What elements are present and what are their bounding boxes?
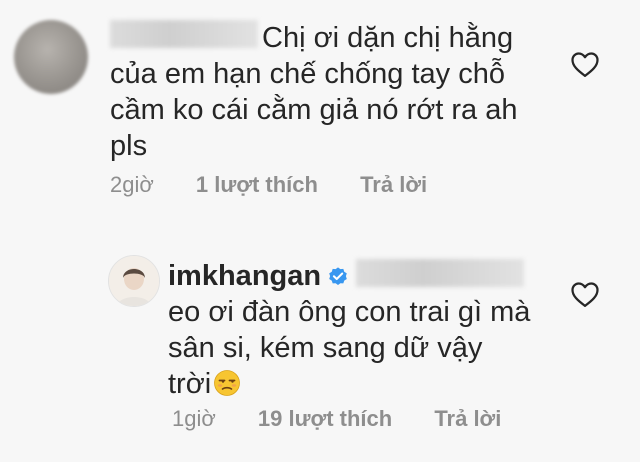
heart-outline-icon[interactable]	[570, 280, 600, 308]
comment-text-line: sân si, kém sang dữ vậy	[168, 332, 483, 364]
likes-count-button[interactable]: 1 lượt thích	[196, 172, 318, 197]
comment-2: imkhangan eo ơi đàn ông con trai gì mà s…	[0, 238, 640, 462]
comment-text: Chị ơi dặn chị hằng của em hạn chế chống…	[110, 20, 550, 164]
username[interactable]: imkhangan	[168, 260, 321, 292]
comment-text-line: cầm ko cái cằm giả nó rớt ra ah	[110, 94, 518, 126]
unamused-face-icon	[214, 370, 241, 396]
comment-text-line: Chị ơi dặn chị hằng	[262, 22, 514, 54]
comment-text-line: eo ơi đàn ông con trai gì mà	[168, 296, 531, 328]
comment-text: imkhangan eo ơi đàn ông con trai gì mà s…	[168, 258, 548, 402]
comment-time: 2giờ	[110, 172, 154, 197]
comment-text-line: pls	[110, 130, 148, 162]
heart-outline-icon[interactable]	[570, 50, 600, 78]
verified-badge-icon	[329, 267, 347, 285]
likes-count-button[interactable]: 19 lượt thích	[258, 406, 392, 431]
avatar-image	[109, 256, 159, 306]
comment-meta: 1giờ 19 lượt thích Trả lời	[172, 406, 537, 432]
comment-meta: 2giờ 1 lượt thích Trả lời	[110, 172, 463, 198]
avatar[interactable]	[108, 255, 160, 307]
reply-button[interactable]: Trả lời	[434, 406, 501, 431]
comment-time: 1giờ	[172, 406, 216, 431]
comment-text-line: trời	[168, 368, 212, 400]
comment-1: Chị ơi dặn chị hằng của em hạn chế chống…	[0, 0, 640, 215]
avatar-blurred[interactable]	[14, 20, 88, 94]
reply-button[interactable]: Trả lời	[360, 172, 427, 197]
comment-text-line: của em hạn chế chống tay chỗ	[110, 58, 505, 90]
